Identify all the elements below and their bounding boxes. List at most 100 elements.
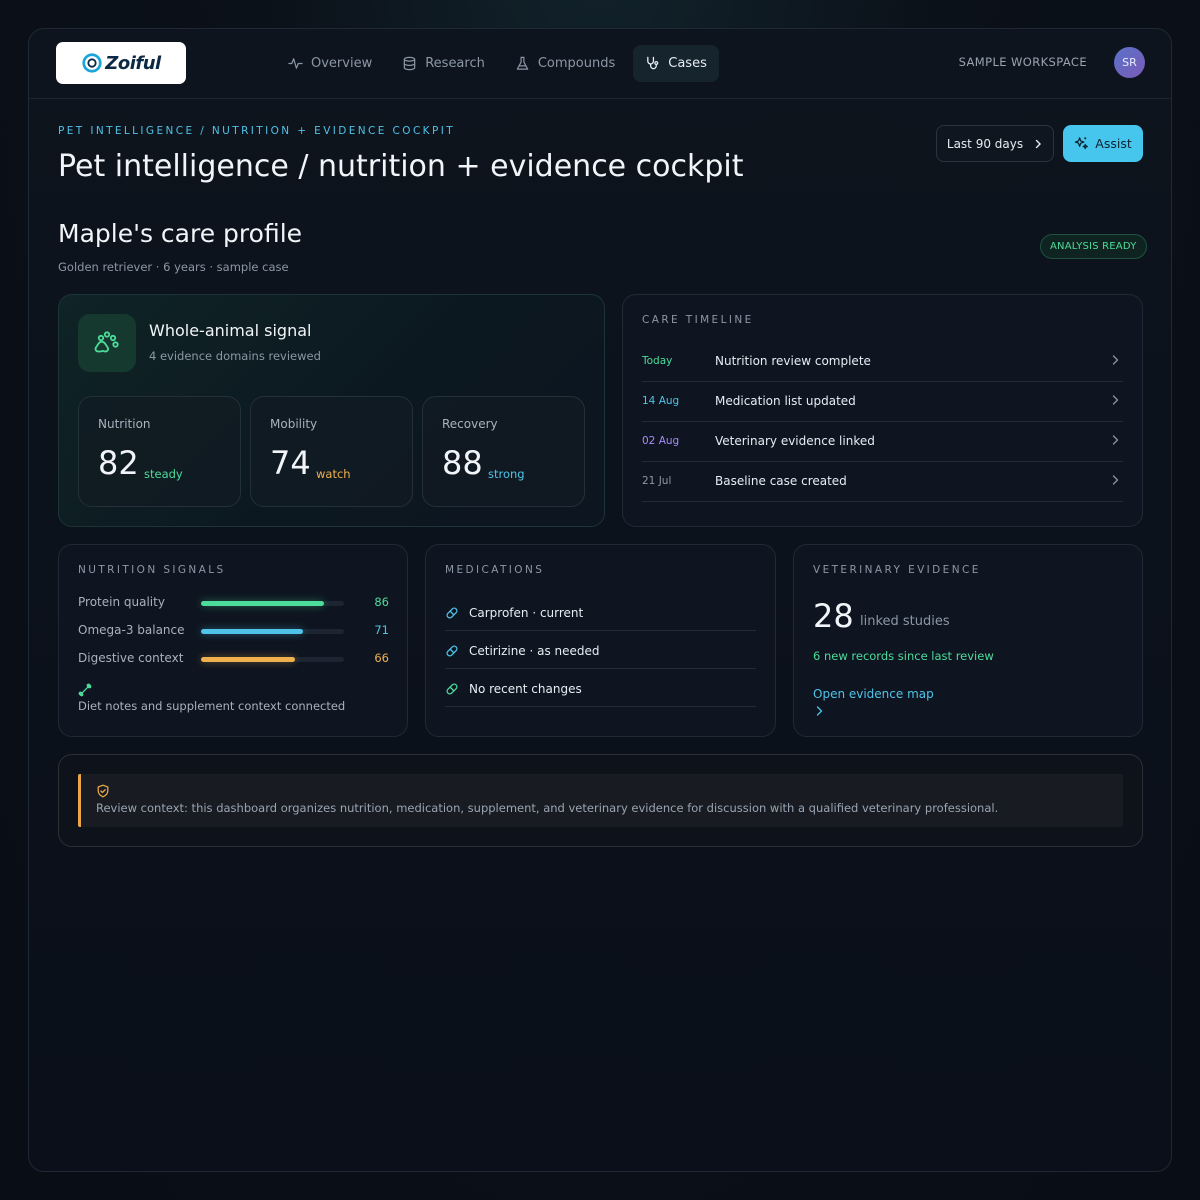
timeline-card: CARE TIMELINE Today Nutrition review com… [622,294,1143,527]
chevron-right-icon [1035,139,1042,148]
nutrition-signal-label: Omega-3 balance [78,623,185,637]
nav-compounds[interactable]: Compounds [503,45,627,82]
paw-icon [78,314,136,372]
nutrition-signal-row: Digestive context 66 [78,651,389,667]
logo[interactable]: Zoiful [56,42,186,84]
nutrition-signal-value: 71 [374,623,389,637]
top-bar: Zoiful Overview Research Compounds Cases… [29,29,1171,99]
sparkle-icon [1075,137,1089,150]
metric-mobility[interactable]: Mobility 74 watch [250,396,413,507]
open-evidence-map-link[interactable]: Open evidence map [813,687,934,701]
page-title: Pet intelligence / nutrition + evidence … [58,149,744,184]
nutrition-signals-label: NUTRITION SIGNALS [78,564,226,576]
pill-icon [446,683,458,695]
chevron-right-icon [1112,395,1119,405]
chevron-right-icon [1112,355,1119,365]
nutrition-signal-value: 66 [374,651,389,665]
timeline-text: Veterinary evidence linked [715,434,875,448]
medication-text: Carprofen · current [469,606,584,620]
nav-research[interactable]: Research [390,45,497,82]
assist-label: Assist [1095,136,1132,151]
progress-fill [201,657,296,662]
nutrition-signals-card: NUTRITION SIGNALS Protein quality 86 Ome… [58,544,408,737]
bone-icon [78,683,92,697]
timeline-row[interactable]: 21 Jul Baseline case created [642,462,1123,502]
metric-label: Mobility [270,417,318,431]
profile-subtitle: Golden retriever · 6 years · sample case [58,260,289,274]
logo-text: Zoiful [105,52,161,74]
page-eyebrow: PET INTELLIGENCE / NUTRITION + EVIDENCE … [58,125,456,137]
progress-fill [201,629,303,634]
profile-title: Maple's care profile [58,219,303,248]
metric-value: 74 [270,444,311,482]
medication-text: No recent changes [469,682,582,696]
shield-check-icon [97,784,109,798]
progress-fill [201,601,324,606]
nav-compounds-label: Compounds [537,56,616,71]
date-range-button[interactable]: Last 90 days [936,125,1054,162]
timeline-list: Today Nutrition review complete 14 Aug M… [642,342,1123,502]
medication-row[interactable]: Cetirizine · as needed [445,631,756,669]
nutrition-signal-value: 86 [374,595,389,609]
status-badge: ANALYSIS READY [1040,234,1147,259]
assist-button[interactable]: Assist [1063,125,1143,162]
timeline-date: 14 Aug [642,395,680,407]
signal-card: Whole-animal signal 4 evidence domains r… [58,294,605,527]
metric-group: Nutrition 82 steady Mobility 74 watch Re… [78,396,585,507]
nav-cases-label: Cases [668,56,707,71]
nutrition-note: Diet notes and supplement context connec… [78,699,346,713]
progress-track [201,629,344,634]
review-context-card: Review context: this dashboard organizes… [58,754,1143,847]
nutrition-signal-label: Digestive context [78,651,184,665]
medications-list: Carprofen · current Cetirizine · as need… [445,593,756,707]
pill-icon [446,645,458,657]
date-range-label: Last 90 days [946,136,1024,151]
metric-note: strong [488,467,525,481]
nav-overview[interactable]: Overview [276,45,384,82]
metric-recovery[interactable]: Recovery 88 strong [422,396,585,507]
chevron-right-icon [1112,475,1119,485]
metric-value: 82 [98,444,139,482]
database-icon [403,56,416,71]
metric-note: watch [316,467,351,481]
workspace-label[interactable]: SAMPLE WORKSPACE [959,55,1087,69]
review-context-callout: Review context: this dashboard organizes… [78,774,1123,827]
signal-title: Whole-animal signal [149,321,312,340]
logo-mark-icon [82,53,102,73]
metric-value: 88 [442,444,483,482]
timeline-text: Medication list updated [715,394,856,408]
nav-overview-label: Overview [311,56,373,71]
timeline-date: Today [642,355,673,367]
evidence-unit: linked studies [860,614,950,629]
chevron-right-icon [1112,435,1119,445]
evidence-new-records: 6 new records since last review [813,649,994,663]
nutrition-signal-label: Protein quality [78,595,165,609]
nutrition-signal-row: Omega-3 balance 71 [78,623,389,639]
medication-row[interactable]: Carprofen · current [445,593,756,631]
nav-research-label: Research [425,56,485,71]
activity-icon [288,58,303,69]
timeline-row[interactable]: 14 Aug Medication list updated [642,382,1123,422]
timeline-row[interactable]: Today Nutrition review complete [642,342,1123,382]
timeline-text: Nutrition review complete [715,354,871,368]
medication-text: Cetirizine · as needed [469,644,600,658]
metric-label: Recovery [442,417,498,431]
medications-card: MEDICATIONS Carprofen · current Cetirizi… [425,544,776,737]
evidence-count: 28 [813,597,854,635]
nav-cases[interactable]: Cases [633,45,719,82]
review-context-text: Review context: this dashboard organizes… [96,801,999,815]
avatar[interactable]: SR [1114,47,1145,78]
metric-nutrition[interactable]: Nutrition 82 steady [78,396,241,507]
evidence-card: VETERINARY EVIDENCE 28 linked studies 6 … [793,544,1143,737]
pill-icon [446,607,458,619]
nutrition-signal-row: Protein quality 86 [78,595,389,611]
medication-row[interactable]: No recent changes [445,669,756,707]
timeline-date: 21 Jul [642,475,672,487]
timeline-text: Baseline case created [715,474,847,488]
chevron-right-icon[interactable] [813,705,825,717]
flask-icon [516,56,529,70]
signal-subtitle: 4 evidence domains reviewed [149,349,321,363]
timeline-row[interactable]: 02 Aug Veterinary evidence linked [642,422,1123,462]
stethoscope-icon [647,56,659,70]
timeline-label: CARE TIMELINE [642,314,754,326]
